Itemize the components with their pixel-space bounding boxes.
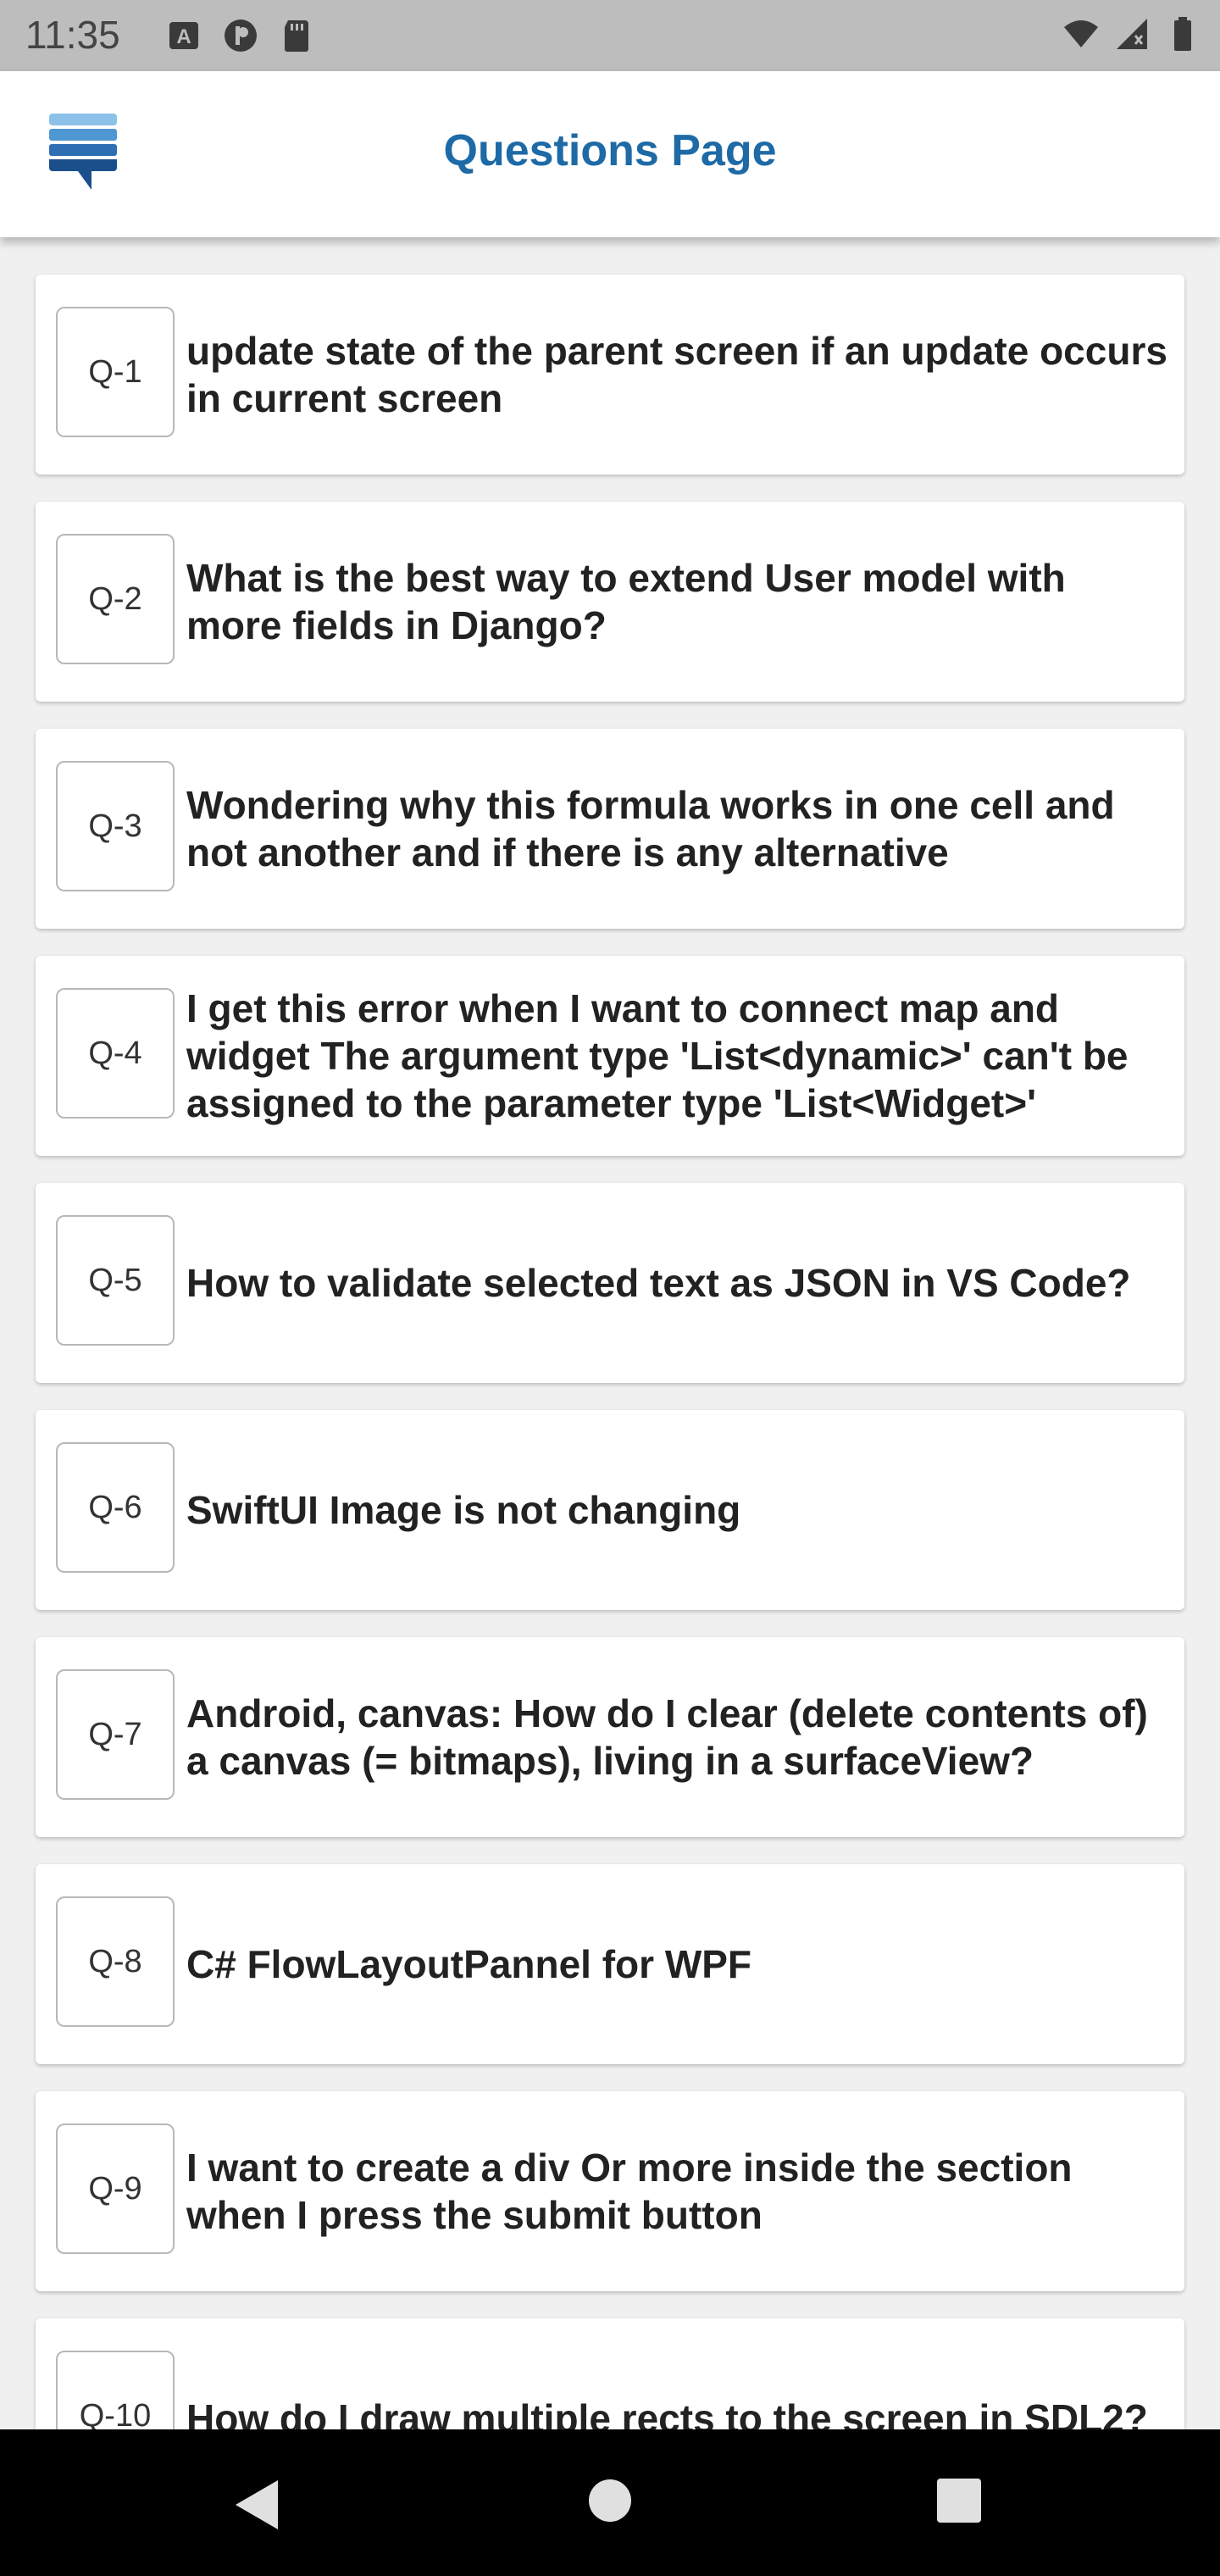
navigation-bar (0, 2429, 1220, 2576)
question-title: I want to create a div Or more inside th… (186, 2146, 1073, 2237)
question-card[interactable]: Q-9 I want to create a div Or more inside… (36, 2091, 1184, 2291)
app-bar: Questions Page (0, 71, 1220, 237)
recents-icon[interactable] (935, 2477, 983, 2524)
battery-icon (1174, 17, 1191, 51)
question-card[interactable]: Q-7 Android, canvas: How do I clear (dele… (36, 1637, 1184, 1837)
question-number-badge: Q-1 (56, 307, 175, 437)
home-icon[interactable] (585, 2475, 635, 2526)
question-card[interactable]: Q-6 SwiftUI Image is not changing (36, 1410, 1184, 1610)
sd-card-icon (285, 20, 308, 52)
p-icon (225, 19, 257, 52)
status-bar: 11:35 A (0, 0, 1220, 71)
question-title: What is the best way to extend User mode… (186, 556, 1066, 647)
question-title: update state of the parent screen if an … (186, 329, 1167, 420)
a-icon: A (169, 22, 198, 49)
question-number-badge: Q-10 (56, 2351, 175, 2429)
question-number-badge: Q-7 (56, 1669, 175, 1800)
status-left-icons: A (166, 17, 315, 54)
signal-icon (1117, 19, 1147, 49)
page-title: Questions Page (443, 126, 777, 175)
question-title: Wondering why this formula works in one … (186, 783, 1115, 874)
question-card[interactable]: Q-10 How do I draw multiple rects to the … (36, 2318, 1184, 2429)
status-right-icons (1062, 15, 1201, 53)
question-card[interactable]: Q-1 update state of the parent screen if … (36, 275, 1184, 475)
question-number-badge: Q-8 (56, 1896, 175, 2027)
question-list[interactable]: Q-1 update state of the parent screen if … (0, 237, 1220, 2429)
question-number-badge: Q-5 (56, 1215, 175, 1346)
question-title: SwiftUI Image is not changing (186, 1488, 741, 1532)
question-number-badge: Q-2 (56, 534, 175, 664)
question-card[interactable]: Q-8 C# FlowLayoutPannel for WPF (36, 1864, 1184, 2064)
question-card[interactable]: Q-5 How to validate selected text as JSON… (36, 1183, 1184, 1383)
back-icon[interactable] (229, 2475, 288, 2534)
question-card[interactable]: Q-3 Wondering why this formula works in o… (36, 729, 1184, 929)
question-number-badge: Q-4 (56, 988, 175, 1119)
question-title: How do I draw multiple rects to the scre… (186, 2396, 1148, 2429)
wifi-icon (1064, 20, 1098, 47)
question-title: I get this error when I want to connect … (186, 986, 1128, 1125)
question-card[interactable]: Q-2 What is the best way to extend User m… (36, 502, 1184, 702)
question-number-badge: Q-9 (56, 2124, 175, 2254)
question-number-badge: Q-3 (56, 761, 175, 891)
question-card[interactable]: Q-4 I get this error when I want to conne… (36, 956, 1184, 1156)
question-title: C# FlowLayoutPannel for WPF (186, 1942, 752, 1986)
question-number-badge: Q-6 (56, 1442, 175, 1573)
status-time: 11:35 (25, 13, 120, 57)
question-title: Android, canvas: How do I clear (delete … (186, 1691, 1148, 1783)
svg-text:A: A (176, 25, 191, 48)
question-title: How to validate selected text as JSON in… (186, 1261, 1131, 1305)
